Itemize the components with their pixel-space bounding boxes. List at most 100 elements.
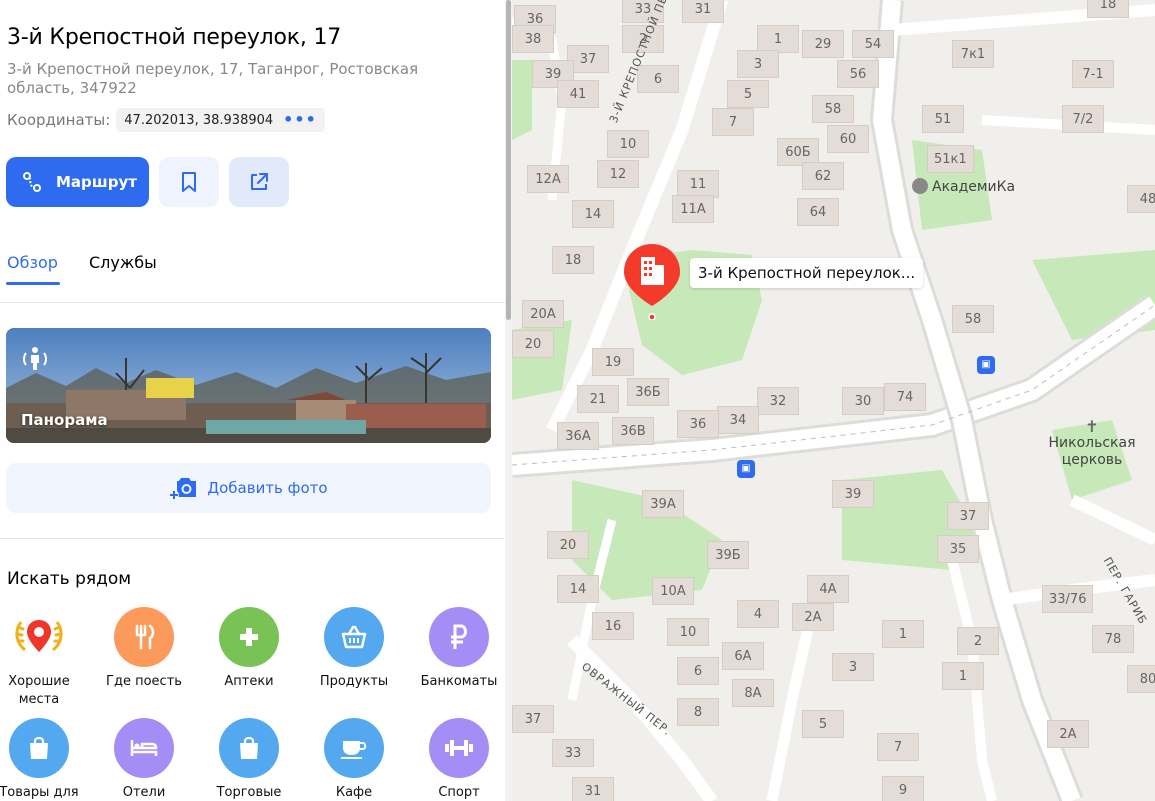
nearby-good-places[interactable]: Хорошие места — [0, 607, 89, 709]
map-pin[interactable] — [624, 244, 680, 320]
nearby-goods[interactable]: Товары для — [0, 718, 89, 801]
map-pin-label[interactable]: 3-й Крепостной переулок... — [690, 258, 924, 288]
map-building[interactable]: 11А — [672, 195, 714, 223]
map-building[interactable]: 31 — [682, 0, 724, 23]
tab-overview[interactable]: Обзор — [7, 253, 58, 272]
map-building[interactable]: 6А — [722, 642, 764, 670]
map-building[interactable]: 36 — [677, 410, 719, 438]
map-building[interactable]: 36Б — [627, 378, 669, 406]
map-building[interactable]: 19 — [592, 348, 634, 376]
nearby-food[interactable]: Где поесть — [94, 607, 194, 691]
map-building[interactable]: 39Б — [707, 541, 749, 569]
map-building[interactable]: 12А — [527, 165, 569, 193]
nearby-atm[interactable]: Банкоматы — [409, 607, 505, 691]
map-building[interactable]: 16 — [592, 612, 634, 640]
map-building[interactable]: 37 — [947, 502, 989, 530]
panel-scrollbar-thumb[interactable] — [506, 0, 511, 320]
map-building[interactable]: 1 — [757, 25, 799, 53]
map-building[interactable]: 30 — [842, 387, 884, 415]
map-building[interactable]: 6 — [677, 657, 719, 685]
tab-services[interactable]: Службы — [89, 253, 157, 272]
map-building[interactable]: 80 — [1127, 665, 1155, 693]
route-button[interactable]: Маршрут — [6, 157, 149, 207]
map-building[interactable]: 35 — [937, 535, 979, 563]
map-building[interactable]: 3 — [832, 653, 874, 681]
map-building[interactable]: 60 — [827, 125, 869, 153]
map-building[interactable]: 74 — [884, 383, 926, 411]
map-building[interactable]: 36А — [557, 422, 599, 450]
map-building[interactable]: 1 — [882, 620, 924, 648]
map-building[interactable]: 78 — [1092, 625, 1134, 653]
nearby-cafe[interactable]: Кафе — [304, 718, 404, 801]
map-view[interactable]: 36 33 31 2 1 29 54 18 38 37 6 3 56 7к1 7-1 39 41 5 58 51 7/2… — [512, 0, 1155, 801]
map-building[interactable]: 11 — [677, 170, 719, 198]
map-building[interactable]: 8А — [732, 679, 774, 707]
panel-scrollbar[interactable] — [505, 0, 512, 801]
add-photo-button[interactable]: Добавить фото — [6, 463, 491, 513]
map-building[interactable]: 10 — [607, 130, 649, 158]
map-building[interactable]: 7/2 — [1062, 105, 1104, 133]
map-building[interactable]: 36В — [612, 417, 654, 445]
map-building[interactable]: 20 — [512, 330, 554, 358]
map-building[interactable]: 10 — [667, 618, 709, 646]
map-building[interactable]: 4 — [737, 600, 779, 628]
map-building[interactable]: 10А — [652, 577, 694, 605]
coordinates-chip[interactable]: 47.202013, 38.938904 ••• — [116, 108, 325, 132]
map-building[interactable]: 18 — [552, 246, 594, 274]
map-building[interactable]: 21 — [577, 385, 619, 413]
nearby-hotels[interactable]: Отели — [94, 718, 194, 801]
nearby-pharmacy[interactable]: Аптеки — [199, 607, 299, 691]
nearby-sport[interactable]: Спорт — [409, 718, 505, 801]
map-building[interactable]: 5 — [802, 710, 844, 738]
map-building[interactable]: 58 — [952, 305, 994, 333]
map-building[interactable]: 51 — [922, 105, 964, 133]
map-building[interactable]: 48 — [1127, 185, 1155, 213]
map-building[interactable]: 7 — [712, 108, 754, 136]
share-button[interactable] — [229, 157, 289, 207]
bus-stop-icon[interactable]: ▣ — [977, 356, 995, 374]
map-building[interactable]: 7 — [877, 733, 919, 761]
map-building[interactable]: 31 — [572, 777, 614, 801]
map-building[interactable]: 56 — [837, 60, 879, 88]
map-building[interactable]: 1 — [942, 662, 984, 690]
map-building[interactable]: 32 — [757, 387, 799, 415]
map-building[interactable]: 5 — [727, 80, 769, 108]
map-building[interactable]: 20 — [547, 531, 589, 559]
map-building[interactable]: 2 — [957, 627, 999, 655]
map-building[interactable]: 3 — [737, 50, 779, 78]
map-poi-academika[interactable]: АкадемиКа — [912, 178, 1015, 195]
map-building[interactable]: 58 — [812, 95, 854, 123]
map-building[interactable]: 20А — [522, 300, 564, 328]
map-building[interactable]: 6 — [637, 65, 679, 93]
map-building[interactable]: 37 — [512, 705, 554, 733]
map-building[interactable]: 14 — [572, 200, 614, 228]
bus-stop-icon[interactable]: ▣ — [737, 460, 755, 478]
map-building[interactable]: 2А — [792, 603, 834, 631]
map-building[interactable]: 33/76 — [1042, 585, 1094, 613]
panorama-preview[interactable]: Панорама — [6, 328, 491, 443]
map-building[interactable]: 34 — [717, 406, 759, 434]
bookmark-button[interactable] — [159, 157, 219, 207]
map-building[interactable]: 39А — [642, 490, 684, 518]
nearby-groceries[interactable]: Продукты — [304, 607, 404, 691]
map-building[interactable]: 2А — [1047, 720, 1089, 748]
map-poi-church[interactable]: ✝ Никольская церковь — [1047, 418, 1137, 469]
map-building[interactable]: 12 — [597, 160, 639, 188]
map-building[interactable]: 41 — [557, 80, 599, 108]
map-building[interactable]: 7-1 — [1072, 60, 1114, 88]
dots-icon[interactable]: ••• — [283, 112, 317, 128]
map-building[interactable]: 62 — [802, 162, 844, 190]
map-building[interactable]: 38 — [512, 25, 554, 53]
map-building[interactable]: 39 — [832, 480, 874, 508]
map-building[interactable]: 8 — [677, 698, 719, 726]
map-building[interactable]: 64 — [797, 198, 839, 226]
map-building[interactable]: 18 — [1087, 0, 1129, 18]
map-building[interactable]: 9 — [882, 776, 924, 801]
map-building[interactable]: 51к1 — [927, 145, 974, 173]
map-building[interactable]: 54 — [852, 30, 894, 58]
map-building[interactable]: 7к1 — [952, 40, 994, 68]
map-building[interactable]: 29 — [802, 30, 844, 58]
map-building[interactable]: 33 — [552, 739, 594, 767]
map-building[interactable]: 14 — [557, 575, 599, 603]
nearby-malls[interactable]: Торговые — [199, 718, 299, 801]
